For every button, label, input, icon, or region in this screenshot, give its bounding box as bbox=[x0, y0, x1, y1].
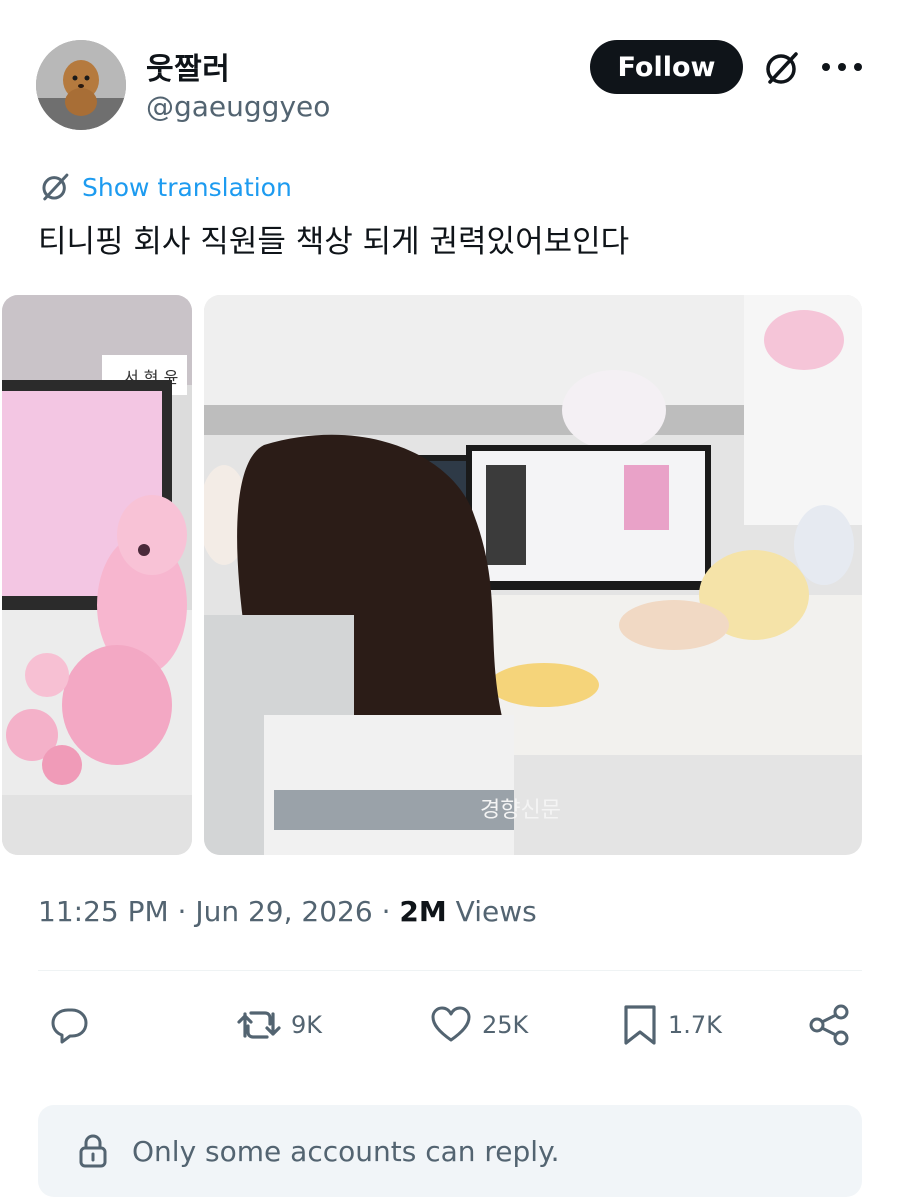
reply-restriction-banner: Only some accounts can reply. bbox=[38, 1105, 862, 1197]
reply-icon bbox=[51, 1008, 88, 1044]
watermark: 경향신문 bbox=[480, 798, 561, 823]
grok-icon bbox=[42, 173, 69, 201]
tweet-text: 티니핑 회사 직원들 책상 되게 권력있어보인다 bbox=[38, 224, 630, 260]
views-label: Views bbox=[446, 895, 537, 928]
views-count: 2M bbox=[399, 895, 447, 928]
show-translation-label[interactable]: Show translation bbox=[82, 173, 292, 202]
tweet-date[interactable]: Jun 29, 2026 bbox=[195, 895, 372, 928]
grok-icon[interactable] bbox=[762, 48, 802, 88]
like-count: 25K bbox=[482, 1011, 529, 1039]
like-button[interactable]: 25K bbox=[428, 1000, 528, 1050]
meta-separator: · bbox=[372, 895, 400, 928]
lock-icon bbox=[79, 1134, 107, 1168]
user-handle[interactable]: @gaeuggyeo bbox=[146, 90, 330, 123]
share-button[interactable] bbox=[806, 1000, 852, 1050]
bookmark-count: 1.7K bbox=[668, 1011, 722, 1039]
meta-separator: · bbox=[168, 895, 196, 928]
divider bbox=[38, 970, 862, 971]
heart-icon bbox=[431, 1006, 471, 1042]
display-name[interactable]: 웃짤러 bbox=[146, 44, 230, 88]
share-icon bbox=[809, 1004, 849, 1046]
tweet-photo-right[interactable]: 경향신문 bbox=[204, 295, 862, 855]
follow-button[interactable]: Follow bbox=[590, 40, 743, 94]
bookmark-button[interactable]: 1.7K bbox=[620, 1000, 722, 1050]
reply-restriction-text: Only some accounts can reply. bbox=[132, 1134, 560, 1168]
avatar[interactable] bbox=[36, 40, 126, 130]
retweet-icon bbox=[237, 1011, 281, 1039]
retweet-button[interactable]: 9K bbox=[235, 1000, 322, 1050]
reply-button[interactable] bbox=[46, 1000, 100, 1050]
show-translation-link[interactable]: Show translation bbox=[38, 170, 292, 204]
tweet-meta: 11:25 PM · Jun 29, 2026 · 2M Views bbox=[38, 895, 537, 928]
tweet-time[interactable]: 11:25 PM bbox=[38, 895, 169, 928]
bookmark-icon bbox=[624, 1005, 656, 1045]
retweet-count: 9K bbox=[291, 1011, 323, 1039]
more-icon[interactable] bbox=[822, 62, 862, 72]
tweet-photo-left[interactable]: 서 현 윤 bbox=[2, 295, 192, 855]
